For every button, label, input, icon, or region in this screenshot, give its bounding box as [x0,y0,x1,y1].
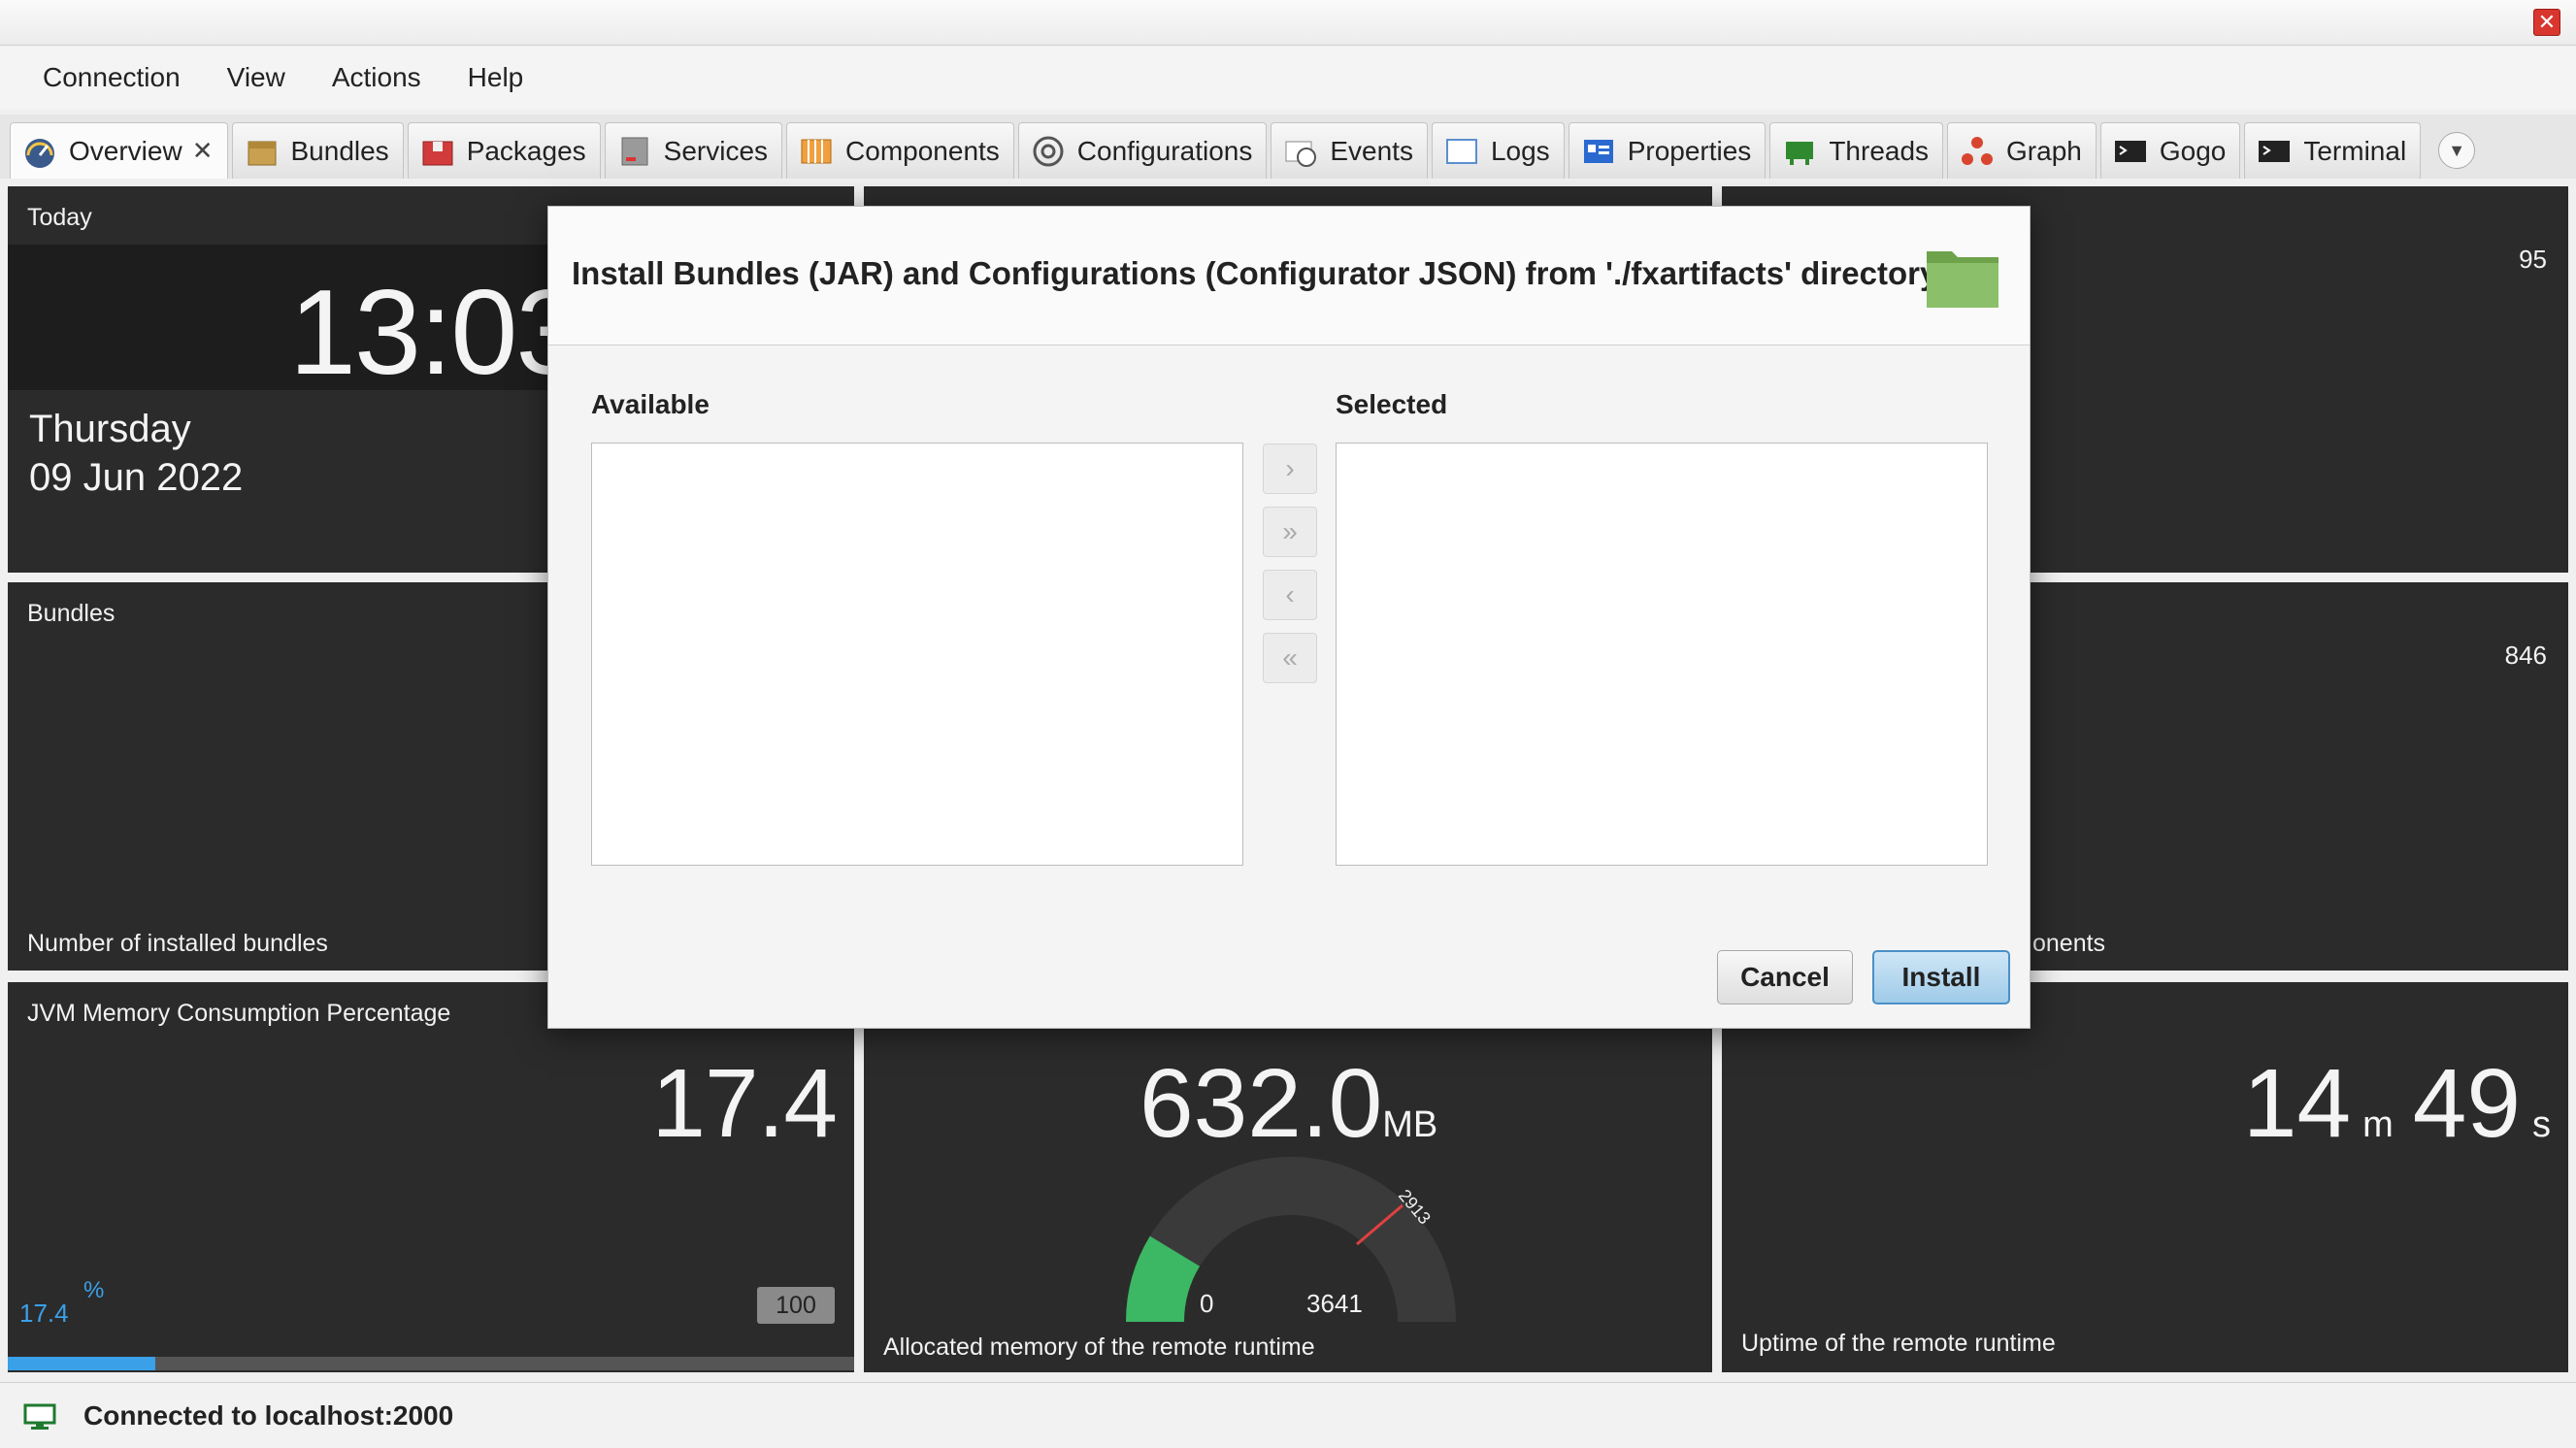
tab-label: Packages [466,135,586,166]
tile-value: 95 [2519,245,2547,274]
menu-view[interactable]: View [204,47,309,109]
close-icon[interactable]: ✕ [192,136,214,166]
jvm-percent-value: 17.4 [651,1049,838,1158]
gauge-icon [22,134,57,169]
status-bar: Connected to localhost:2000 [0,1382,2576,1448]
tab-label: Graph [2006,135,2082,166]
dialog-title: Install Bundles (JAR) and Configurations… [572,255,1938,291]
cancel-button[interactable]: Cancel [1717,950,1853,1004]
jvm-unit: % [83,1277,105,1303]
tab-label: Threads [1829,135,1930,166]
chevron-down-icon[interactable]: ▼ [2438,132,2476,169]
properties-icon [1581,134,1616,169]
tab-configurations[interactable]: Configurations [1017,122,1268,179]
tile-subtitle: onents [2032,930,2106,957]
tab-bar: Overview ✕ Bundles Packages Services Com… [0,115,2576,179]
package-icon [420,134,455,169]
tile-subtitle: Allocated memory of the remote runtime [883,1333,1315,1361]
gauge-max-label: 3641 [1306,1289,1363,1318]
selected-label: Selected [1336,389,1448,419]
tile-subtitle: Number of installed bundles [27,930,328,957]
jvm-progress-fill [8,1357,155,1370]
tile-value: 846 [2504,641,2547,670]
clock-day: Thursday [29,408,191,450]
gauge-min-label: 0 [1200,1289,1214,1318]
menu-actions[interactable]: Actions [309,47,445,109]
window-close-button[interactable]: ✕ [2533,9,2560,36]
uptime-minutes: 14 [2242,1049,2352,1158]
memory-gauge: 2913 [1126,1157,1456,1323]
available-label: Available [591,389,710,419]
tab-label: Terminal [2303,135,2407,166]
tile-jvm-memory: JVM Memory Consumption Percentage 17.4 [8,982,854,1372]
components-icon [799,134,834,169]
tab-label: Bundles [290,135,389,166]
tab-label: Components [845,135,1000,166]
gauge-fill [1126,1235,1201,1323]
tab-logs[interactable]: Logs [1431,122,1565,179]
uptime-minutes-unit: m [2362,1104,2394,1145]
uptime-seconds: 49 [2412,1049,2521,1158]
logs-icon [1444,134,1479,169]
tab-label: Logs [1490,135,1550,166]
monitor-icon [23,1403,56,1430]
jvm-max-badge: 100 [757,1287,835,1324]
tile-allocated-memory: 632.0MB 2913 0 3641 Allocated memory of … [864,982,1712,1372]
uptime-value-row: 14 m 49 s [2243,1048,2551,1160]
install-button[interactable]: Install [1872,950,2010,1004]
jvm-progress-bar [8,1357,854,1370]
tile-uptime: 14 m 49 s Uptime of the remote runtime [1722,982,2568,1372]
uptime-seconds-unit: s [2532,1104,2551,1145]
menu-connection[interactable]: Connection [19,47,204,109]
tab-label: Configurations [1076,135,1253,166]
tab-terminal[interactable]: Terminal [2244,122,2422,179]
tile-subtitle: Uptime of the remote runtime [1741,1330,2056,1357]
tab-bundles[interactable]: Bundles [231,122,404,179]
tile-title: JVM Memory Consumption Percentage [27,1000,451,1027]
clock-date: 09 Jun 2022 [29,456,244,499]
tab-graph[interactable]: Graph [1947,122,2097,179]
threads-icon [1782,134,1817,169]
tab-label: Properties [1627,135,1752,166]
move-all-right-button[interactable]: » [1263,507,1317,557]
install-dialog: Install Bundles (JAR) and Configurations… [547,206,2031,1029]
selected-list[interactable] [1336,443,1988,866]
tab-threads[interactable]: Threads [1769,122,1944,179]
folder-icon [1927,251,1998,308]
tab-services[interactable]: Services [604,122,783,179]
tab-label: Events [1330,135,1413,166]
tile-title: Today [27,204,92,231]
tab-properties[interactable]: Properties [1568,122,1767,179]
dialog-header: Install Bundles (JAR) and Configurations… [548,207,2030,346]
tile-title: Bundles [27,600,116,627]
connection-status: Connected to localhost:2000 [83,1399,454,1431]
tab-events[interactable]: Events [1271,122,1428,179]
box-icon [245,134,280,169]
tab-label: Overview [69,135,182,166]
events-icon [1283,134,1318,169]
memory-value: 632.0 [1139,1049,1383,1158]
memory-unit: MB [1382,1104,1438,1145]
tab-label: Gogo [2159,135,2227,166]
move-left-button[interactable]: ‹ [1263,570,1317,620]
terminal-icon [2257,134,2292,169]
server-icon [617,134,652,169]
jvm-current-value: 17.4 [19,1299,69,1328]
tab-packages[interactable]: Packages [407,122,601,179]
graph-icon [1960,134,1995,169]
tab-gogo[interactable]: Gogo [2099,122,2241,179]
menu-bar: Connection View Actions Help [0,47,2576,109]
memory-value-row: 632.0MB [1139,1048,1437,1160]
clock-time: 13:03 [289,266,582,400]
console-icon [2113,134,2148,169]
move-right-button[interactable]: › [1263,444,1317,494]
move-all-left-button[interactable]: « [1263,633,1317,683]
window-titlebar: ✕ [0,0,2576,46]
tab-label: Services [663,135,769,166]
menu-help[interactable]: Help [445,47,547,109]
available-list[interactable] [591,443,1243,866]
tab-components[interactable]: Components [786,122,1014,179]
gear-icon [1031,134,1066,169]
tab-overview[interactable]: Overview ✕ [10,122,228,179]
